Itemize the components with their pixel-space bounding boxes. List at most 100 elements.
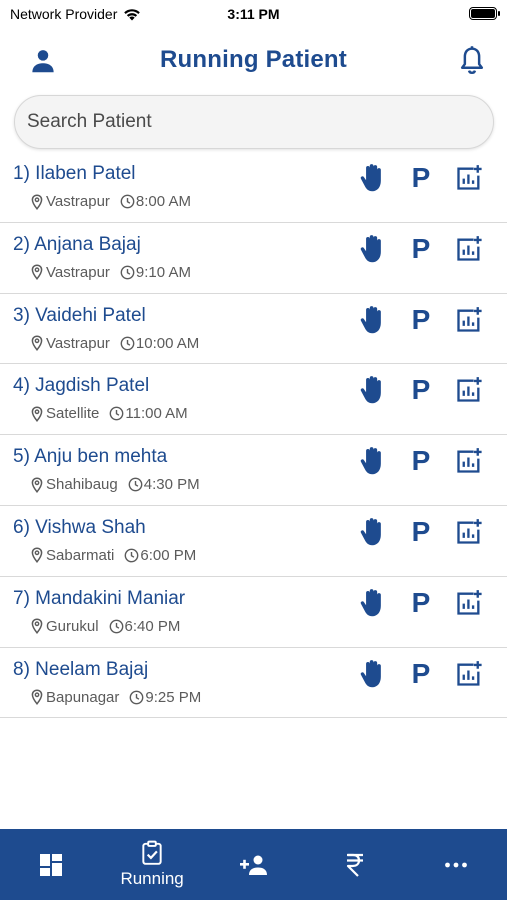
patient-row[interactable]: 1) Ilaben Patel Vastrapur 8:00 AM P bbox=[0, 152, 507, 223]
bell-icon bbox=[460, 46, 484, 75]
raise-hand-button[interactable] bbox=[359, 446, 387, 476]
patient-meta: Sabarmati 6:00 PM bbox=[30, 547, 196, 564]
parking-button[interactable]: P bbox=[409, 233, 433, 264]
row-actions: P bbox=[359, 304, 483, 335]
add-person-icon bbox=[239, 855, 267, 875]
patient-location: Sabarmati bbox=[46, 546, 115, 564]
location-pin-icon bbox=[31, 335, 43, 352]
raise-hand-button[interactable] bbox=[359, 659, 387, 689]
patient-location: Satellite bbox=[46, 405, 100, 423]
location-pin-icon bbox=[31, 406, 43, 422]
more-icon bbox=[445, 862, 468, 867]
status-bar: Network Provider 3:11 PM bbox=[0, 0, 507, 28]
clipboard-check-icon bbox=[142, 840, 162, 865]
parking-button[interactable]: P bbox=[409, 658, 433, 689]
patient-row[interactable]: 5) Anju ben mehta Shahibaug 4:30 PM P bbox=[0, 435, 507, 506]
patient-name[interactable]: 4) Jagdish Patel bbox=[13, 375, 149, 397]
raise-hand-button[interactable] bbox=[359, 305, 387, 335]
raise-hand-icon bbox=[360, 518, 381, 546]
patient-row[interactable]: 6) Vishwa Shah Sabarmati 6:00 PM P bbox=[0, 506, 507, 577]
patient-row[interactable]: 3) Vaidehi Patel Vastrapur 10:00 AM P bbox=[0, 294, 507, 365]
patient-location: Shahibaug bbox=[46, 476, 118, 494]
patient-time: 6:40 PM bbox=[124, 617, 181, 635]
clock-icon bbox=[124, 548, 139, 563]
patient-row[interactable]: 2) Anjana Bajaj Vastrapur 9:10 AM P bbox=[0, 223, 507, 294]
location-pin-icon bbox=[31, 193, 43, 210]
parking-button[interactable]: P bbox=[409, 516, 433, 547]
patient-location: Vastrapur bbox=[46, 263, 110, 281]
raise-hand-button[interactable] bbox=[359, 234, 387, 264]
patient-location: Vastrapur bbox=[46, 193, 110, 210]
patient-meta: Bapunagar 9:25 PM bbox=[30, 689, 201, 706]
parking-button[interactable]: P bbox=[409, 375, 433, 405]
patient-time: 4:30 PM bbox=[143, 476, 200, 494]
clock-icon bbox=[120, 265, 135, 280]
clock-icon bbox=[120, 194, 135, 209]
add-chart-icon bbox=[457, 165, 482, 190]
add-chart-icon bbox=[457, 235, 482, 261]
notifications-button[interactable] bbox=[457, 45, 487, 77]
add-chart-icon bbox=[457, 589, 482, 615]
patient-time: 9:10 AM bbox=[135, 263, 191, 281]
patient-time: 8:00 AM bbox=[135, 193, 191, 210]
parking-button[interactable]: P bbox=[409, 446, 433, 476]
add-chart-icon bbox=[457, 519, 482, 544]
location-pin-icon bbox=[31, 689, 43, 706]
add-chart-button[interactable] bbox=[455, 660, 483, 688]
location-pin-icon bbox=[31, 618, 43, 635]
patient-row[interactable]: 8) Neelam Bajaj Bapunagar 9:25 PM P bbox=[0, 648, 507, 719]
patient-name[interactable]: 5) Anju ben mehta bbox=[13, 446, 167, 468]
patient-name[interactable]: 1) Ilaben Patel bbox=[13, 163, 136, 185]
patient-meta: Vastrapur 10:00 AM bbox=[30, 335, 199, 352]
nav-add-patient[interactable] bbox=[203, 829, 304, 900]
parking-button[interactable]: P bbox=[409, 587, 433, 618]
patient-time: 11:00 AM bbox=[125, 405, 188, 423]
status-time: 3:11 PM bbox=[227, 6, 280, 22]
add-chart-button[interactable] bbox=[455, 235, 483, 263]
patient-name[interactable]: 2) Anjana Bajaj bbox=[13, 234, 141, 256]
patient-meta: Shahibaug 4:30 PM bbox=[30, 476, 200, 493]
patient-row[interactable]: 7) Mandakini Maniar Gurukul 6:40 PM P bbox=[0, 577, 507, 648]
parking-button[interactable]: P bbox=[409, 304, 433, 335]
add-chart-button[interactable] bbox=[455, 376, 483, 404]
add-chart-icon bbox=[457, 377, 482, 403]
patient-time: 6:00 PM bbox=[140, 546, 197, 564]
add-chart-button[interactable] bbox=[455, 164, 483, 192]
raise-hand-icon bbox=[360, 376, 381, 404]
patient-meta: Gurukul 6:40 PM bbox=[30, 618, 180, 635]
nav-dashboard[interactable] bbox=[0, 829, 101, 900]
row-actions: P bbox=[359, 516, 483, 547]
add-chart-button[interactable] bbox=[455, 589, 483, 617]
raise-hand-button[interactable] bbox=[359, 588, 387, 618]
location-pin-icon bbox=[31, 547, 43, 564]
patient-list: 1) Ilaben Patel Vastrapur 8:00 AM P 2) Anjan… bbox=[0, 152, 507, 719]
add-chart-icon bbox=[457, 448, 482, 473]
search-input[interactable] bbox=[15, 96, 493, 148]
patient-name[interactable]: 3) Vaidehi Patel bbox=[13, 305, 146, 327]
nav-running[interactable]: Running bbox=[101, 829, 202, 900]
add-chart-button[interactable] bbox=[455, 306, 483, 334]
patient-name[interactable]: 7) Mandakini Maniar bbox=[13, 588, 185, 610]
nav-more[interactable] bbox=[406, 829, 507, 900]
parking-button[interactable]: P bbox=[409, 163, 433, 193]
patient-location: Bapunagar bbox=[46, 688, 120, 706]
rupee-icon bbox=[346, 853, 363, 877]
raise-hand-icon bbox=[360, 447, 381, 475]
raise-hand-button[interactable] bbox=[359, 163, 387, 193]
row-actions: P bbox=[359, 233, 483, 264]
patient-meta: Vastrapur 9:10 AM bbox=[30, 264, 191, 281]
add-chart-button[interactable] bbox=[455, 518, 483, 546]
raise-hand-icon bbox=[360, 659, 381, 687]
patient-row[interactable]: 4) Jagdish Patel Satellite 11:00 AM P bbox=[0, 364, 507, 436]
patient-name[interactable]: 8) Neelam Bajaj bbox=[13, 659, 148, 681]
battery-icon bbox=[469, 7, 500, 20]
row-actions: P bbox=[359, 446, 483, 476]
patient-location: Gurukul bbox=[46, 617, 99, 635]
raise-hand-button[interactable] bbox=[359, 517, 387, 547]
add-chart-button[interactable] bbox=[455, 447, 483, 475]
raise-hand-button[interactable] bbox=[359, 375, 387, 405]
patient-name[interactable]: 6) Vishwa Shah bbox=[13, 517, 146, 539]
row-actions: P bbox=[359, 658, 483, 689]
clock-icon bbox=[128, 477, 143, 492]
nav-payments[interactable] bbox=[304, 829, 405, 900]
